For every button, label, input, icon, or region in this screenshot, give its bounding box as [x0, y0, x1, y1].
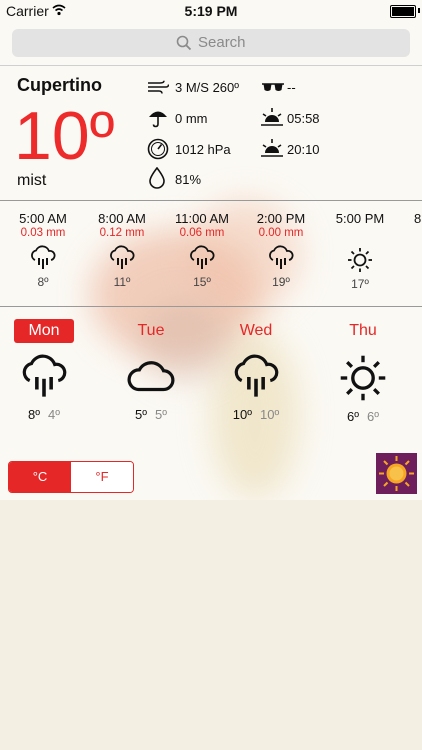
rain-icon [234, 354, 279, 397]
visibility-value: -- [287, 80, 296, 95]
day-label: Mon [14, 319, 74, 343]
day-item-tue[interactable]: Tue 5º 5º [101, 319, 201, 422]
hour-time: 11:00 AM [175, 211, 229, 226]
day-item-thu[interactable]: Thu 6º 6º [313, 319, 413, 424]
hour-item: 8 [402, 211, 422, 226]
wind-value: 3 M/S 260º [175, 80, 240, 95]
fahrenheit-button[interactable]: °F [71, 462, 133, 492]
hour-item: 8:00 AM 0.12 mm 11º [85, 211, 159, 289]
city-name: Cupertino [17, 75, 102, 95]
app-logo[interactable] [376, 453, 417, 494]
humidity-icon [149, 166, 165, 194]
day-item-mon[interactable]: Mon 8º 4º [0, 319, 94, 422]
current-condition: mist [17, 172, 47, 189]
umbrella-icon [148, 108, 168, 133]
hour-precipitation [323, 227, 397, 241]
day-min-temp: 6º [367, 409, 379, 424]
day-max-temp: 10º [232, 407, 252, 422]
day-max-temp: 6º [347, 409, 359, 424]
rain-icon [269, 245, 294, 269]
hour-precipitation: 0.00 mm [258, 227, 304, 239]
day-item-wed[interactable]: Wed 10º 10º [206, 319, 306, 422]
status-bar: Carrier 5:19 PM [0, 0, 422, 22]
hour-precipitation: 0.03 mm [20, 227, 66, 239]
hour-temperature: 19º [272, 275, 290, 289]
rain-icon [22, 354, 67, 397]
day-min-temp: 10º [260, 407, 280, 422]
divider [0, 65, 422, 66]
unit-toggle[interactable]: °C °F [8, 461, 134, 493]
search-icon [176, 35, 192, 56]
pressure-value: 1012 hPa [175, 142, 231, 157]
sunset-icon [259, 138, 285, 163]
hour-temperature: 17º [351, 277, 369, 291]
sunrise-value: 05:58 [287, 111, 320, 126]
sun-icon [348, 248, 372, 272]
search-placeholder: Search [198, 34, 246, 51]
hour-precipitation: 0.12 mm [99, 227, 145, 239]
celsius-button[interactable]: °C [9, 462, 71, 492]
hour-time: 5:00 PM [335, 211, 385, 226]
hour-precipitation: 0.06 mm [179, 227, 225, 239]
status-time: 5:19 PM [184, 3, 238, 19]
day-max-temp: 8º [28, 407, 40, 422]
sun-icon [340, 355, 386, 401]
hour-time: 2:00 PM [256, 211, 306, 226]
hourly-forecast[interactable]: 5:00 AM 0.03 mm 8º 8:00 AM 0.12 mm 11º 1… [0, 200, 422, 305]
search-bar[interactable]: Search [12, 29, 410, 57]
hour-time: 8 [414, 211, 422, 226]
hour-item: 5:00 PM 17º [323, 211, 397, 291]
wind-icon [147, 80, 170, 99]
rain-icon [31, 245, 56, 269]
rain-icon [110, 245, 135, 269]
precipitation-value: 0 mm [175, 111, 208, 126]
hour-temperature: 11º [113, 275, 131, 289]
hour-item: 2:00 PM 0.00 mm 19º [244, 211, 318, 289]
day-label: Wed [239, 322, 273, 339]
day-label: Thu [349, 322, 377, 339]
pressure-icon [147, 138, 169, 165]
hour-time: 5:00 AM [19, 211, 67, 226]
day-label: Tue [137, 322, 165, 339]
sunglasses-icon [262, 81, 284, 99]
sunrise-icon [259, 107, 285, 132]
sunset-value: 20:10 [287, 142, 320, 157]
day-max-temp: 5º [135, 407, 147, 422]
day-min-temp: 5º [155, 407, 167, 422]
hour-time: 8:00 AM [98, 211, 146, 226]
hour-temperature: 8º [37, 275, 49, 289]
battery-tip [418, 8, 420, 13]
divider [0, 306, 422, 307]
sun-logo-icon [379, 456, 414, 491]
cloud-icon [127, 361, 175, 392]
battery-icon [390, 5, 416, 18]
rain-icon [190, 245, 215, 269]
hour-item: 11:00 AM 0.06 mm 15º [165, 211, 239, 289]
hour-item: 5:00 AM 0.03 mm 8º [6, 211, 80, 289]
hour-temperature: 15º [193, 275, 211, 289]
current-temperature: 10º [14, 98, 115, 174]
day-min-temp: 4º [48, 407, 60, 422]
humidity-value: 81% [175, 172, 202, 187]
